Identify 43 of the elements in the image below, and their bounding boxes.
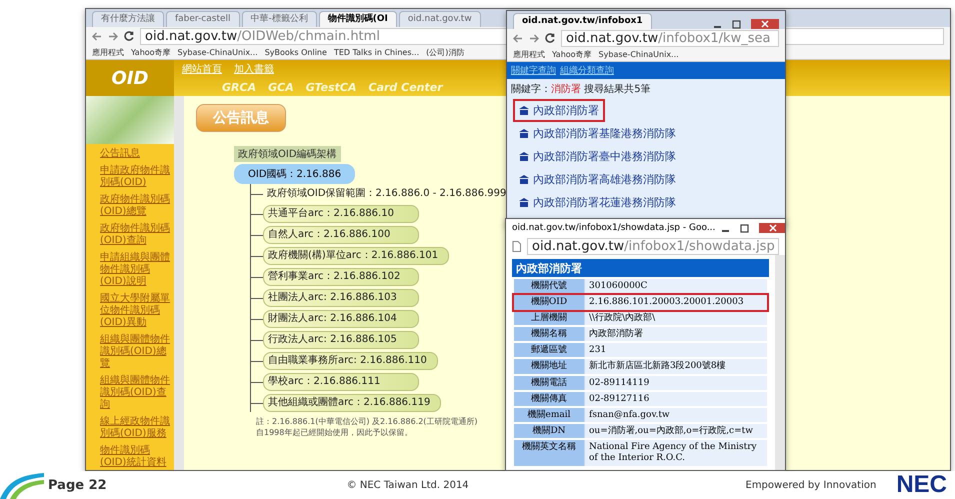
tagline: Empowered by Innovation (746, 480, 876, 490)
section-banner: 公告訊息 (196, 104, 286, 132)
site-logo: OID (86, 60, 174, 96)
tree-node: 財團法人arc: 2.16.886.104 (263, 310, 419, 328)
field-value: 內政部消防署 (585, 327, 767, 342)
page-number: Page 22 (48, 478, 107, 492)
field-value: 02-89114119 (585, 376, 767, 391)
field-name: 機關代號 (514, 279, 584, 294)
field-name: 郵遞區號 (514, 343, 584, 358)
window-title: oid.nat.gov.tw/infobox1/showdata.jsp - Goo... (512, 223, 716, 233)
tree-node: 行政法人arc: 2.16.886.105 (263, 331, 419, 349)
field-value: 2.16.886.101.20003.20001.20003 (585, 295, 767, 310)
field-name: 機關電話 (514, 376, 584, 391)
field-name: 機關DN (514, 424, 584, 439)
field-value: 231 (585, 343, 767, 358)
field-name: 機關英文名稱 (514, 440, 584, 466)
company-logo: NEC (896, 471, 947, 499)
field-value: fsnan@nfa.gov.tw (585, 408, 767, 423)
search-summary: 關鍵字：消防署 搜尋結果共5筆 (510, 82, 652, 97)
copyright: © NEC Taiwan Ltd. 2014 (346, 480, 469, 490)
tree-node: 營利事業arc：2.16.886.102 (263, 268, 419, 286)
tree-node: 政府機關(構)單位arc：2.16.886.101 (263, 247, 450, 265)
field-value: ou=消防署,ou=內政部,o=行政院,c=tw (585, 424, 767, 439)
tree-node: 其他組織或團體arc：2.16.886.119 (263, 394, 442, 412)
field-name: 機關地址 (514, 359, 584, 375)
range-label: 政府領域OID保留範圍：2.16.886.0 - 2.16.886.999 (266, 186, 508, 201)
field-value: 新北市新店區北新路3段200號8樓 (585, 359, 767, 375)
tree-node: 學校arc：2.16.886.111 (263, 373, 419, 391)
field-value: National Fire Agency of the Ministry of the Interior R.O.C. (585, 440, 767, 466)
tree-caption: 政府領域OID編碼架構 (234, 146, 341, 162)
footnote: 註：2.16.886.1(中華電信公司) 及2.16.886.2(工研院電通所) 自1998年起已經開始使用，因此予以保留。 (256, 416, 479, 438)
field-name: 機關email (514, 408, 584, 423)
field-value: 02-89127116 (585, 392, 767, 407)
tree-node: 共通平台arc：2.16.886.10 (263, 205, 419, 223)
table-heading: 內政部消防署 (512, 259, 769, 278)
tree-root: OID國碼：2.16.886 (234, 164, 356, 184)
tree-node: 自由職業事務所arc: 2.16.886.110 (263, 352, 438, 370)
field-name: 機關OID (514, 295, 584, 310)
tree-node: 社團法人arc: 2.16.886.103 (263, 289, 419, 307)
tree-node: 自然人arc：2.16.886.100 (263, 226, 419, 244)
field-name: 機關名稱 (514, 327, 584, 342)
field-name: 機關傳真 (514, 392, 584, 407)
field-value: 301060000C (585, 279, 767, 294)
